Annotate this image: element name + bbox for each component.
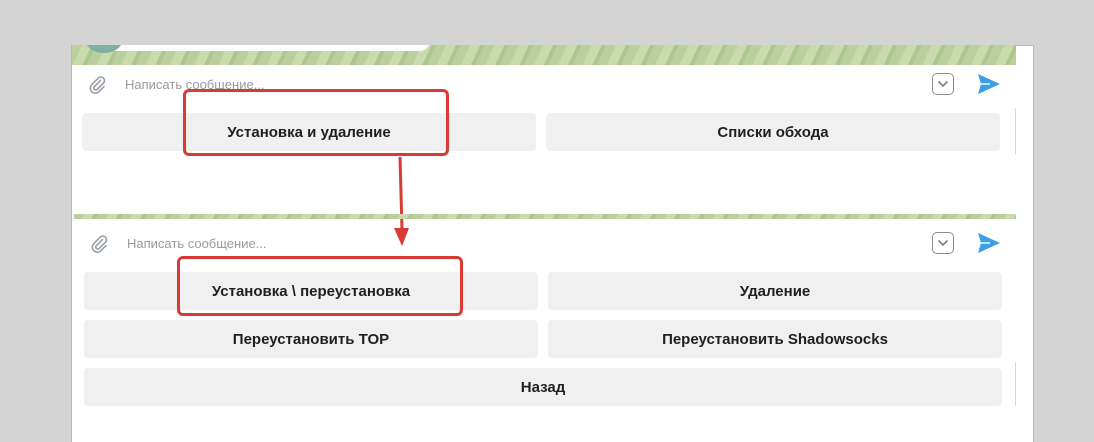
highlight-box-bottom: [177, 256, 463, 316]
divider: [1015, 108, 1016, 154]
message-bubble-edge: [90, 45, 430, 51]
sticker-icon[interactable]: [932, 232, 954, 254]
avatar: [86, 45, 122, 53]
sticker-icon[interactable]: [932, 73, 954, 95]
highlight-box-top: [183, 89, 449, 156]
chat-background-bottom: [74, 214, 1016, 219]
send-icon[interactable]: [976, 230, 1002, 256]
send-icon[interactable]: [976, 71, 1002, 97]
delete-button[interactable]: Удаление: [548, 272, 1002, 310]
reinstall-shadowsocks-button[interactable]: Переустановить Shadowsocks: [548, 320, 1002, 358]
back-button[interactable]: Назад: [84, 368, 1002, 406]
message-input-bottom[interactable]: Написать сообщение...: [127, 236, 932, 251]
bypass-lists-button[interactable]: Списки обхода: [546, 113, 1000, 151]
divider: [1015, 362, 1016, 406]
paperclip-icon[interactable]: [88, 232, 110, 254]
chat-background-top: [72, 45, 1016, 65]
reinstall-tor-button[interactable]: Переустановить TOP: [84, 320, 538, 358]
paperclip-icon[interactable]: [86, 73, 108, 95]
